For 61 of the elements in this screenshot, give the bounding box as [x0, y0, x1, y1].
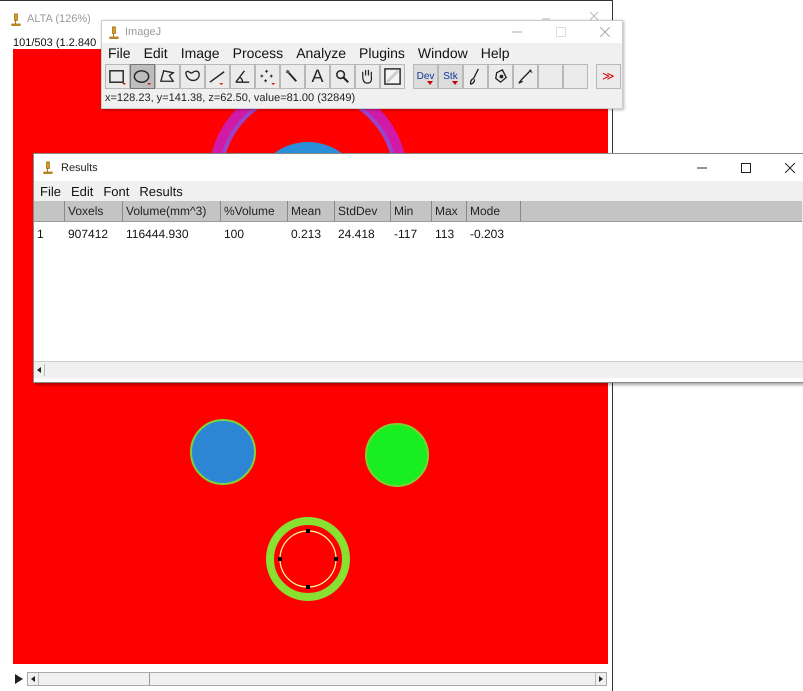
slice-scrollbar[interactable] [27, 672, 607, 686]
pen-icon [516, 66, 535, 86]
table-cell-text: 116444.930 [125, 226, 190, 242]
color-tool-button[interactable] [380, 64, 405, 88]
horizontal-scrollbar[interactable] [34, 361, 803, 378]
row-number: 1 [36, 226, 45, 242]
close-button[interactable] [785, 162, 795, 172]
table-cell-text: 24.418 [337, 226, 376, 242]
table-cell-text: 113 [434, 226, 456, 242]
window-title: ImageJ [125, 26, 162, 38]
oval-tool-button[interactable] [130, 64, 155, 88]
pen-tool-button[interactable] [513, 64, 538, 88]
column-header[interactable]: Voxels [65, 201, 123, 221]
menu-item[interactable]: Analyze [296, 45, 346, 61]
rectangle-tool-button[interactable] [105, 64, 130, 88]
menu-tool-button[interactable]: Stk [438, 64, 463, 88]
column-header[interactable]: StdDev [335, 201, 391, 221]
menu-tool-button[interactable]: Dev [413, 64, 438, 88]
column-header[interactable]: Volume(mm^3) [123, 201, 221, 221]
menu-item[interactable]: File [40, 184, 61, 199]
polygon-tool-button[interactable] [155, 64, 180, 88]
angle-tool-button[interactable] [230, 64, 255, 88]
microscope-icon [42, 161, 53, 174]
text-tool-button[interactable]: A [305, 64, 330, 88]
freehand-tool-button[interactable] [180, 64, 205, 88]
table-cell-text: 0.213 [290, 226, 322, 242]
column-header[interactable]: %Volume [221, 201, 288, 221]
menu-item[interactable]: File [108, 45, 131, 61]
window-title: Results [61, 162, 98, 174]
menu-item[interactable]: Edit [144, 45, 168, 61]
wand-tool-button[interactable] [280, 64, 305, 88]
table-cell-text: -117 [393, 226, 418, 242]
menu-item[interactable]: Font [103, 184, 130, 199]
hand-tool-button[interactable] [355, 64, 380, 88]
status-text: x=128.23, y=141.38, z=62.50, value=81.00 (32849) [104, 91, 356, 106]
column-header[interactable]: Max [432, 201, 467, 221]
line-tool-button[interactable] [205, 64, 230, 88]
table-cell-text: -0.203 [469, 226, 506, 242]
brush-tool-button[interactable] [463, 64, 488, 88]
microscope-icon [108, 26, 119, 38]
slice-info: 101/503 (1.2.840 [13, 37, 96, 49]
menu-item[interactable]: Process [232, 45, 284, 61]
column-header[interactable]: Mode [467, 201, 521, 221]
color-icon [383, 66, 402, 86]
maximize-button[interactable] [741, 162, 751, 172]
column-header[interactable]: Min [391, 201, 432, 221]
microscope-icon [10, 12, 21, 26]
menu-item[interactable]: Image [180, 45, 220, 61]
window-title: ALTA (126%) [27, 13, 91, 25]
menu-item[interactable]: Help [480, 45, 510, 61]
menu-item[interactable]: Results [139, 184, 183, 199]
table-cell-text: 907412 [67, 226, 110, 242]
play-icon[interactable] [15, 674, 23, 684]
table-cell-text: 100 [223, 226, 246, 242]
menu-item[interactable]: Window [418, 45, 468, 61]
menu-item[interactable]: Plugins [359, 45, 405, 61]
menu-item[interactable]: Edit [70, 184, 94, 199]
column-header[interactable]: Mean [288, 201, 335, 221]
point-tool-button[interactable] [255, 64, 280, 88]
more-tools-button[interactable]: ≫ [596, 64, 621, 88]
zoom-tool-button[interactable] [330, 64, 355, 88]
